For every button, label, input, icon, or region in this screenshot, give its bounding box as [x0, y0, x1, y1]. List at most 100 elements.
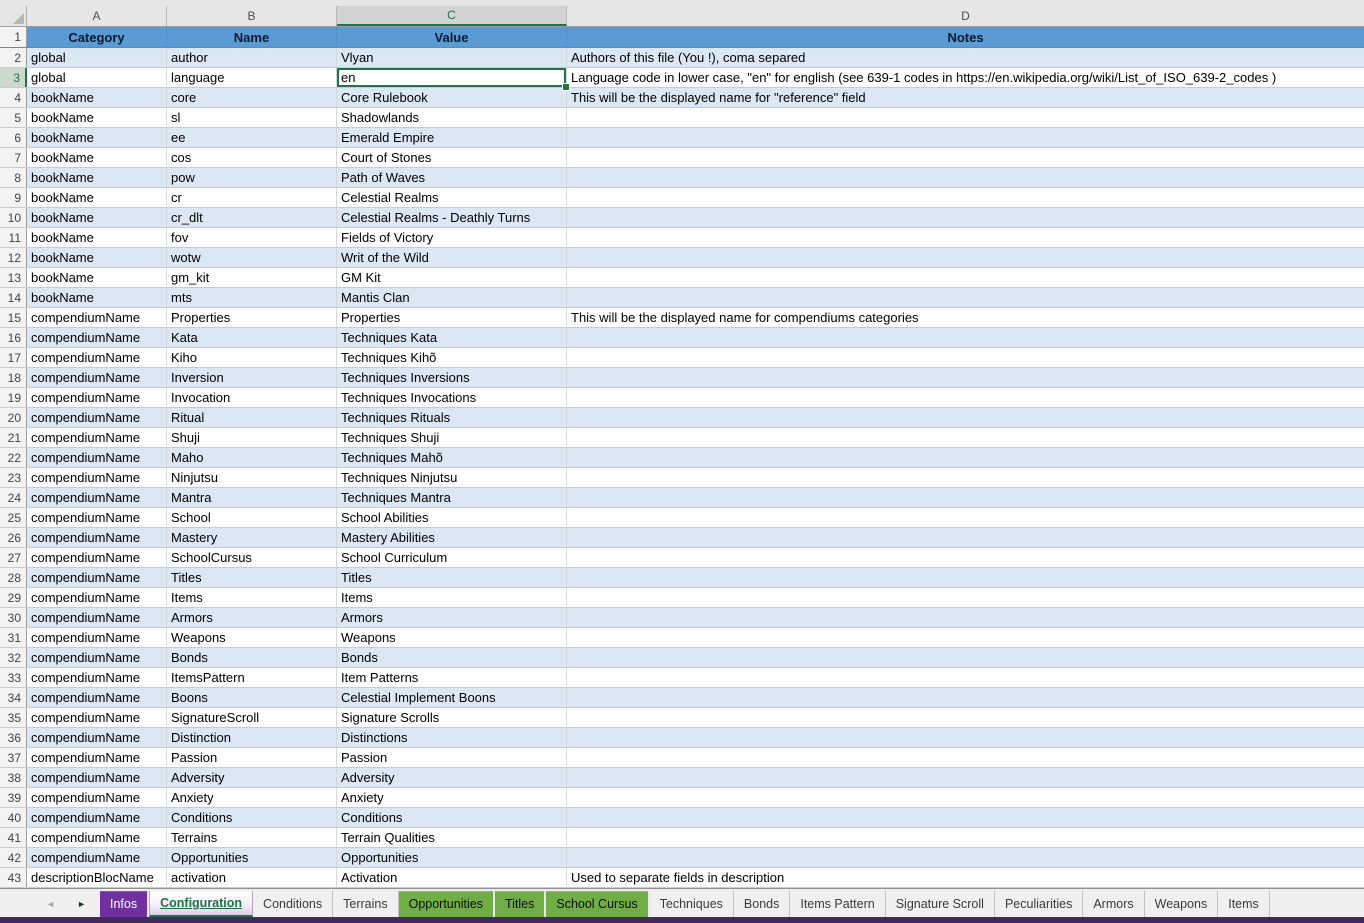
- cell-notes[interactable]: [567, 168, 1364, 187]
- cell-notes[interactable]: [567, 328, 1364, 347]
- column-header-c[interactable]: C: [337, 6, 567, 26]
- cell-name[interactable]: mts: [167, 288, 337, 307]
- row-number[interactable]: 28: [0, 568, 27, 587]
- cell-value[interactable]: Celestial Realms: [337, 188, 567, 207]
- cell-value[interactable]: Properties: [337, 308, 567, 327]
- cell-name[interactable]: gm_kit: [167, 268, 337, 287]
- sheet-tab-bonds[interactable]: Bonds: [734, 891, 790, 917]
- cell-name[interactable]: Shuji: [167, 428, 337, 447]
- row-number[interactable]: 15: [0, 308, 27, 327]
- cell-name[interactable]: Conditions: [167, 808, 337, 827]
- cell-notes[interactable]: [567, 468, 1364, 487]
- row-number[interactable]: 3: [0, 68, 27, 87]
- cell-value[interactable]: Mastery Abilities: [337, 528, 567, 547]
- row-number[interactable]: 7: [0, 148, 27, 167]
- cell-category[interactable]: compendiumName: [27, 568, 167, 587]
- cell-category[interactable]: global: [27, 48, 167, 67]
- cell-name[interactable]: cos: [167, 148, 337, 167]
- cell-category[interactable]: compendiumName: [27, 308, 167, 327]
- cell-category[interactable]: bookName: [27, 288, 167, 307]
- cell-value[interactable]: Terrain Qualities: [337, 828, 567, 847]
- cell-name[interactable]: School: [167, 508, 337, 527]
- cell-name[interactable]: language: [167, 68, 337, 87]
- row-number[interactable]: 30: [0, 608, 27, 627]
- cell-value[interactable]: Vlyan: [337, 48, 567, 67]
- sheet-nav-forward-icon[interactable]: ►: [77, 899, 86, 909]
- row-number[interactable]: 14: [0, 288, 27, 307]
- cell-name[interactable]: Terrains: [167, 828, 337, 847]
- cell-notes[interactable]: [567, 208, 1364, 227]
- cell-name[interactable]: Ninjutsu: [167, 468, 337, 487]
- cell-name[interactable]: Passion: [167, 748, 337, 767]
- cell-category[interactable]: compendiumName: [27, 628, 167, 647]
- cell-category[interactable]: compendiumName: [27, 808, 167, 827]
- cell-name[interactable]: Invocation: [167, 388, 337, 407]
- cell-notes[interactable]: [567, 128, 1364, 147]
- row-number[interactable]: 19: [0, 388, 27, 407]
- header-name[interactable]: Name: [167, 27, 337, 47]
- cell-notes[interactable]: This will be the displayed name for "ref…: [567, 88, 1364, 107]
- row-number[interactable]: 37: [0, 748, 27, 767]
- cell-category[interactable]: bookName: [27, 108, 167, 127]
- sheet-tab-items-pattern[interactable]: Items Pattern: [790, 891, 885, 917]
- cell-notes[interactable]: [567, 448, 1364, 467]
- cell-name[interactable]: Armors: [167, 608, 337, 627]
- active-cell[interactable]: en: [337, 68, 567, 87]
- cell-notes[interactable]: Language code in lower case, "en" for en…: [567, 68, 1364, 87]
- cell-value[interactable]: School Abilities: [337, 508, 567, 527]
- cell-notes[interactable]: [567, 228, 1364, 247]
- row-number[interactable]: 31: [0, 628, 27, 647]
- cell-value[interactable]: Armors: [337, 608, 567, 627]
- row-number[interactable]: 5: [0, 108, 27, 127]
- cell-category[interactable]: compendiumName: [27, 788, 167, 807]
- cell-name[interactable]: Anxiety: [167, 788, 337, 807]
- cell-category[interactable]: compendiumName: [27, 508, 167, 527]
- cell-name[interactable]: Titles: [167, 568, 337, 587]
- row-number[interactable]: 38: [0, 768, 27, 787]
- cell-category[interactable]: compendiumName: [27, 488, 167, 507]
- sheet-tab-terrains[interactable]: Terrains: [333, 891, 398, 917]
- row-number[interactable]: 29: [0, 588, 27, 607]
- cell-notes[interactable]: [567, 668, 1364, 687]
- cell-notes[interactable]: [567, 708, 1364, 727]
- cell-category[interactable]: compendiumName: [27, 668, 167, 687]
- cell-value[interactable]: Writ of the Wild: [337, 248, 567, 267]
- cell-category[interactable]: bookName: [27, 208, 167, 227]
- cell-notes[interactable]: [567, 828, 1364, 847]
- sheet-tab-school-cursus[interactable]: School Cursus: [546, 891, 649, 917]
- row-number[interactable]: 8: [0, 168, 27, 187]
- cell-category[interactable]: compendiumName: [27, 588, 167, 607]
- row-number[interactable]: 2: [0, 48, 27, 67]
- cell-category[interactable]: compendiumName: [27, 328, 167, 347]
- cell-value[interactable]: Adversity: [337, 768, 567, 787]
- cell-value[interactable]: Emerald Empire: [337, 128, 567, 147]
- sheet-tab-infos[interactable]: Infos: [100, 891, 149, 917]
- row-number[interactable]: 34: [0, 688, 27, 707]
- cell-name[interactable]: sl: [167, 108, 337, 127]
- row-number[interactable]: 20: [0, 408, 27, 427]
- cell-category[interactable]: compendiumName: [27, 408, 167, 427]
- cell-notes[interactable]: Authors of this file (You !), coma separ…: [567, 48, 1364, 67]
- cell-name[interactable]: Properties: [167, 308, 337, 327]
- cell-value[interactable]: GM Kit: [337, 268, 567, 287]
- cell-value[interactable]: School Curriculum: [337, 548, 567, 567]
- cell-category[interactable]: compendiumName: [27, 368, 167, 387]
- cell-name[interactable]: Distinction: [167, 728, 337, 747]
- cell-notes[interactable]: [567, 528, 1364, 547]
- cell-category[interactable]: compendiumName: [27, 528, 167, 547]
- cell-name[interactable]: Inversion: [167, 368, 337, 387]
- sheet-tab-armors[interactable]: Armors: [1083, 891, 1144, 917]
- cell-name[interactable]: author: [167, 48, 337, 67]
- row-number[interactable]: 13: [0, 268, 27, 287]
- cell-value[interactable]: Celestial Realms - Deathly Turns: [337, 208, 567, 227]
- cell-category[interactable]: compendiumName: [27, 608, 167, 627]
- row-number[interactable]: 9: [0, 188, 27, 207]
- sheet-tab-configuration[interactable]: Configuration: [149, 891, 253, 917]
- cell-notes[interactable]: [567, 348, 1364, 367]
- cell-value[interactable]: Opportunities: [337, 848, 567, 867]
- cell-value[interactable]: Court of Stones: [337, 148, 567, 167]
- row-number[interactable]: 6: [0, 128, 27, 147]
- cell-category[interactable]: compendiumName: [27, 648, 167, 667]
- row-number[interactable]: 35: [0, 708, 27, 727]
- sheet-tab-opportunities[interactable]: Opportunities: [399, 891, 495, 917]
